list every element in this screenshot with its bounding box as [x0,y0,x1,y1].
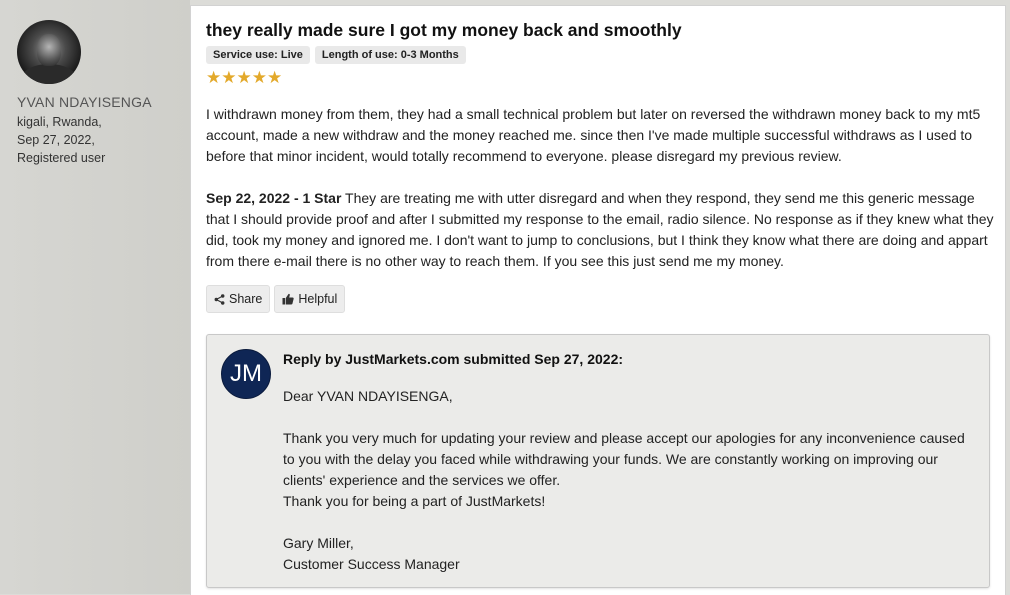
reviewer-date: Sep 27, 2022, [17,133,95,147]
reply-thanks: Thank you for being a part of JustMarket… [283,493,546,509]
reply-signature-title: Customer Success Manager [283,556,460,572]
reviewer-location: kigali, Rwanda, [17,115,102,129]
reply-signature-name: Gary Miller, [283,535,354,551]
reviewer-name: YVAN NDAYISENGA [17,94,152,110]
review-paragraph: I withdrawn money from them, they had a … [206,106,981,164]
share-label: Share [229,292,263,306]
helpful-button[interactable]: Helpful [274,285,346,313]
review-actions: Share Helpful [206,285,346,313]
share-button[interactable]: Share [206,285,271,313]
reply-body: Dear YVAN NDAYISENGA, Thank you very muc… [283,386,973,575]
star-icon: ★ [221,68,237,87]
reviewer-status: Registered user [17,151,106,165]
reply-greeting: Dear YVAN NDAYISENGA, [283,388,453,404]
star-icon: ★ [236,68,252,87]
justmarkets-logo: JM [221,349,271,399]
user-avatar[interactable] [17,20,81,84]
reviewer-meta: kigali, Rwanda, Sep 27, 2022, Registered… [17,113,105,167]
star-icon: ★ [267,68,283,87]
share-icon [214,293,225,305]
avatar-face-shape [37,34,61,66]
service-use-badge: Service use: Live [206,46,310,64]
reply-message: Thank you very much for updating your re… [283,430,965,488]
thumbs-up-icon [282,293,295,305]
helpful-label: Helpful [298,292,338,306]
company-reply: JM Reply by JustMarkets.com submitted Se… [206,334,990,588]
previous-review: Sep 22, 2022 - 1 Star They are treating … [206,188,996,272]
reply-header: Reply by JustMarkets.com submitted Sep 2… [283,351,624,367]
star-icon: ★ [206,68,222,87]
previous-review-label: Sep 22, 2022 - 1 Star [206,190,342,206]
review-title: they really made sure I got my money bac… [206,20,682,40]
avatar-shoulders-shape [21,64,77,84]
star-icon: ★ [251,68,267,87]
review-body: I withdrawn money from them, they had a … [206,104,996,272]
review-badges: Service use: Live Length of use: 0-3 Mon… [206,46,466,64]
review-card: they really made sure I got my money bac… [190,5,1006,595]
reviewer-sidebar: YVAN NDAYISENGA kigali, Rwanda, Sep 27, … [0,0,190,594]
length-of-use-badge: Length of use: 0-3 Months [314,46,466,64]
star-rating: ★ ★ ★ ★ ★ [206,69,282,87]
